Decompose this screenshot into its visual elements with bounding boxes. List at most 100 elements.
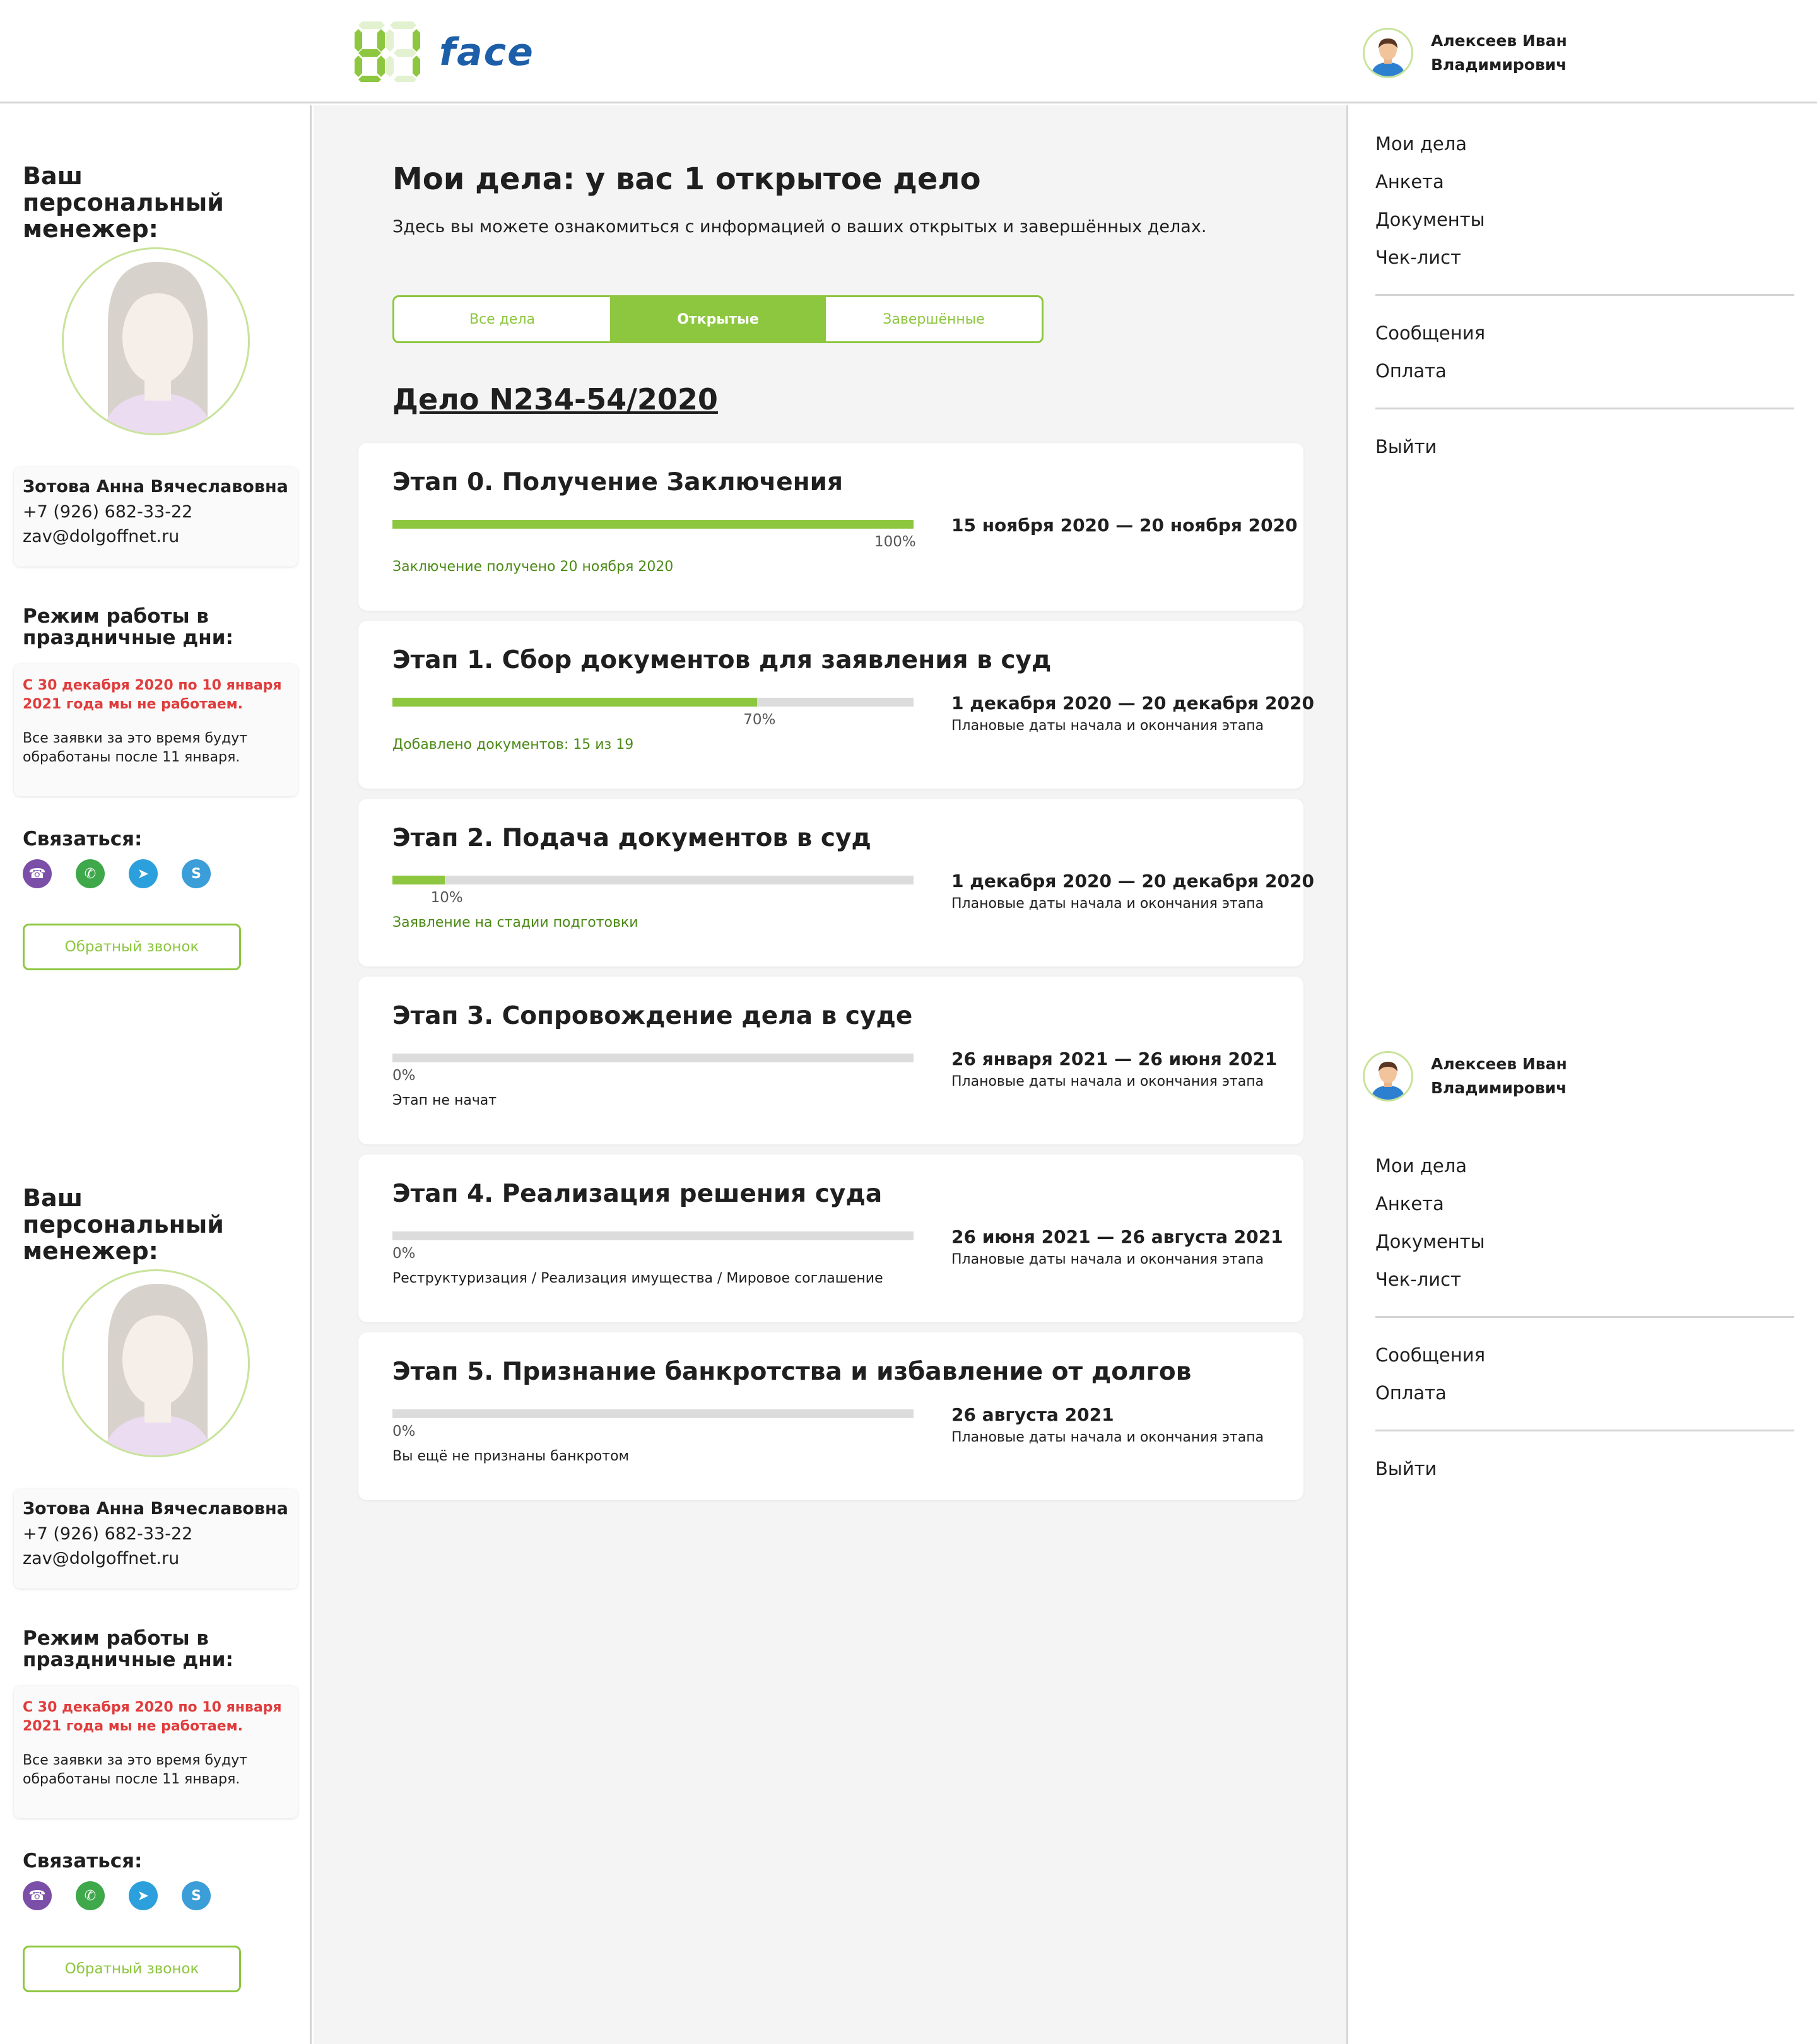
stage-progress-bar (392, 1231, 914, 1240)
stage-dates: 15 ноября 2020 — 20 ноября 2020 (951, 515, 1298, 536)
manager-name: Зотова Анна Вячеславовна (23, 477, 288, 496)
tab-open-cases[interactable]: Открытые (610, 297, 826, 341)
stage-card[interactable]: Этап 4. Реализация решения суда 0% Реструк… (358, 1154, 1303, 1322)
menu-item-questionnaire[interactable]: Анкета (1375, 1185, 1792, 1223)
stage-status: Заявление на стадии подготовки (392, 915, 638, 931)
manager-avatar-icon (102, 1284, 213, 1455)
manager-email[interactable]: zav@dolgoffnet.ru (23, 1546, 289, 1571)
menu-item-logout[interactable]: Выйти (1375, 428, 1792, 466)
stage-progress-bar (392, 698, 914, 707)
menu-item-logout[interactable]: Выйти (1375, 1450, 1792, 1488)
stage-progress-percent: 0% (392, 1423, 416, 1440)
stage-dates-note: Плановые даты начала и окончания этапа (951, 1430, 1264, 1445)
user-name: Алексеев Иван Владимирович (1431, 32, 1567, 74)
logo[interactable]: face (353, 21, 555, 85)
holiday-title: Режим работы в праздничные дни: (23, 1627, 233, 1671)
manager-title: Ваш персональный менежер: (23, 162, 224, 243)
case-title[interactable]: Дело N234-54/2020 (392, 382, 718, 416)
user-name: Алексеев Иван Владимирович (1431, 1055, 1567, 1097)
stage-status: Заключение получено 20 ноября 2020 (392, 559, 674, 575)
stage-title: Этап 2. Подача документов в суд (392, 824, 871, 852)
stage-dates: 26 января 2021 — 26 июня 2021 (951, 1048, 1278, 1069)
menu-item-checklist[interactable]: Чек-лист (1375, 1260, 1792, 1298)
menu-item-messages[interactable]: Сообщения (1375, 1336, 1792, 1374)
manager-phone[interactable]: +7 (926) 682-33-22 (23, 500, 289, 524)
skype-icon[interactable]: S (182, 859, 211, 888)
header: face Алексеев Иван Владимирович (0, 0, 1817, 103)
viber-icon[interactable]: ☎ (23, 859, 52, 888)
stage-progress-fill (392, 876, 445, 884)
manager-avatar (62, 1269, 250, 1457)
menu-item-my-cases[interactable]: Мои дела (1375, 125, 1792, 163)
menu-group-secondary: Сообщения Оплата (1375, 1336, 1792, 1412)
manager-contact-card: Зотова Анна Вячеславовна +7 (926) 682-33… (14, 467, 298, 567)
stage-card[interactable]: Этап 1. Сбор документов для заявления в … (358, 621, 1314, 789)
menu-item-payment[interactable]: Оплата (1375, 1374, 1792, 1412)
stage-progress-bar (392, 1409, 914, 1418)
stage-progress-percent: 0% (392, 1067, 416, 1084)
menu-item-my-cases[interactable]: Мои дела (1375, 1147, 1792, 1185)
holiday-card: С 30 декабря 2020 по 10 января 2021 года… (14, 1686, 298, 1818)
menu-item-payment[interactable]: Оплата (1375, 352, 1792, 390)
callback-button[interactable]: Обратный звонок (23, 924, 241, 970)
user-avatar (1363, 1051, 1413, 1101)
stage-title: Этап 4. Реализация решения суда (392, 1180, 883, 1208)
stage-card[interactable]: Этап 0. Получение Заключения 100% Заключен… (358, 443, 1303, 611)
tab-closed-cases[interactable]: Завершённые (826, 297, 1042, 341)
stage-progress-bar (392, 1054, 914, 1062)
holiday-title: Режим работы в праздничные дни: (23, 605, 233, 649)
stage-status: Реструктуризация / Реализация имущества … (392, 1271, 883, 1286)
manager-email[interactable]: zav@dolgoffnet.ru (23, 524, 289, 549)
stage-card[interactable]: Этап 5. Признание банкротства и избавлен… (358, 1332, 1303, 1500)
callback-button[interactable]: Обратный звонок (23, 1946, 241, 1992)
stage-dates-note: Плановые даты начала и окончания этапа (951, 718, 1264, 734)
holiday-warning: С 30 декабря 2020 по 10 января 2021 года… (23, 678, 282, 712)
menu-divider (1375, 1316, 1794, 1318)
stage-title: Этап 3. Сопровождение дела в суде (392, 1002, 913, 1030)
stage-progress-percent: 10% (430, 890, 463, 906)
telegram-icon[interactable]: ➤ (129, 1881, 158, 1910)
menu-item-documents[interactable]: Документы (1375, 201, 1792, 238)
stage-dates: 26 июня 2021 — 26 августа 2021 (951, 1226, 1283, 1247)
menu-group-main: Мои дела Анкета Документы Чек-лист (1375, 1147, 1792, 1298)
stage-card[interactable]: Этап 2. Подача документов в суд 10% Заявле… (358, 799, 1314, 966)
menu-item-messages[interactable]: Сообщения (1375, 314, 1792, 352)
stage-dates: 1 декабря 2020 — 20 декабря 2020 (951, 871, 1314, 891)
telegram-icon[interactable]: ➤ (129, 859, 158, 888)
stage-title: Этап 1. Сбор документов для заявления в … (392, 646, 1052, 674)
manager-avatar (62, 247, 250, 435)
whatsapp-icon[interactable]: ✆ (76, 1881, 105, 1910)
menu-group-secondary: Сообщения Оплата (1375, 314, 1792, 390)
logo-text: face (439, 30, 534, 74)
stage-title: Этап 0. Получение Заключения (392, 468, 844, 496)
holiday-text: Все заявки за это время будут обработаны… (23, 1753, 248, 1787)
user-avatar (1363, 28, 1413, 78)
whatsapp-icon[interactable]: ✆ (76, 859, 105, 888)
messenger-list: ☎ ✆ ➤ S (23, 859, 211, 888)
stage-title: Этап 5. Признание банкротства и избавлен… (392, 1358, 1192, 1386)
stage-card[interactable]: Этап 3. Сопровождение дела в суде 0% Этап … (358, 977, 1303, 1144)
skype-icon[interactable]: S (182, 1881, 211, 1910)
menu-item-checklist[interactable]: Чек-лист (1375, 238, 1792, 276)
user-avatar-icon (1365, 1053, 1411, 1100)
manager-title: Ваш персональный менежер: (23, 1184, 224, 1265)
user-profile[interactable]: Алексеев Иван Владимирович (1363, 28, 1576, 78)
stage-progress-percent: 70% (743, 712, 776, 728)
menu-item-questionnaire[interactable]: Анкета (1375, 163, 1792, 201)
user-profile[interactable]: Алексеев Иван Владимирович (1363, 1051, 1576, 1101)
stage-status: Вы ещё не признаны банкротом (392, 1448, 630, 1464)
page-title: Мои дела: у вас 1 открытое дело (392, 162, 981, 197)
menu-divider (1375, 408, 1794, 409)
manager-phone[interactable]: +7 (926) 682-33-22 (23, 1522, 289, 1546)
stage-progress-bar (392, 520, 914, 529)
contact-title: Связаться: (23, 1850, 143, 1872)
stage-dates-note: Плановые даты начала и окончания этапа (951, 896, 1264, 912)
contact-title: Связаться: (23, 828, 143, 850)
tab-all-cases[interactable]: Все дела (394, 297, 610, 341)
menu-item-documents[interactable]: Документы (1375, 1223, 1792, 1260)
stage-dates: 1 декабря 2020 — 20 декабря 2020 (951, 693, 1314, 714)
stage-progress-bar (392, 876, 914, 884)
viber-icon[interactable]: ☎ (23, 1881, 52, 1910)
stage-progress-fill (392, 698, 758, 707)
holiday-card: С 30 декабря 2020 по 10 января 2021 года… (14, 664, 298, 796)
